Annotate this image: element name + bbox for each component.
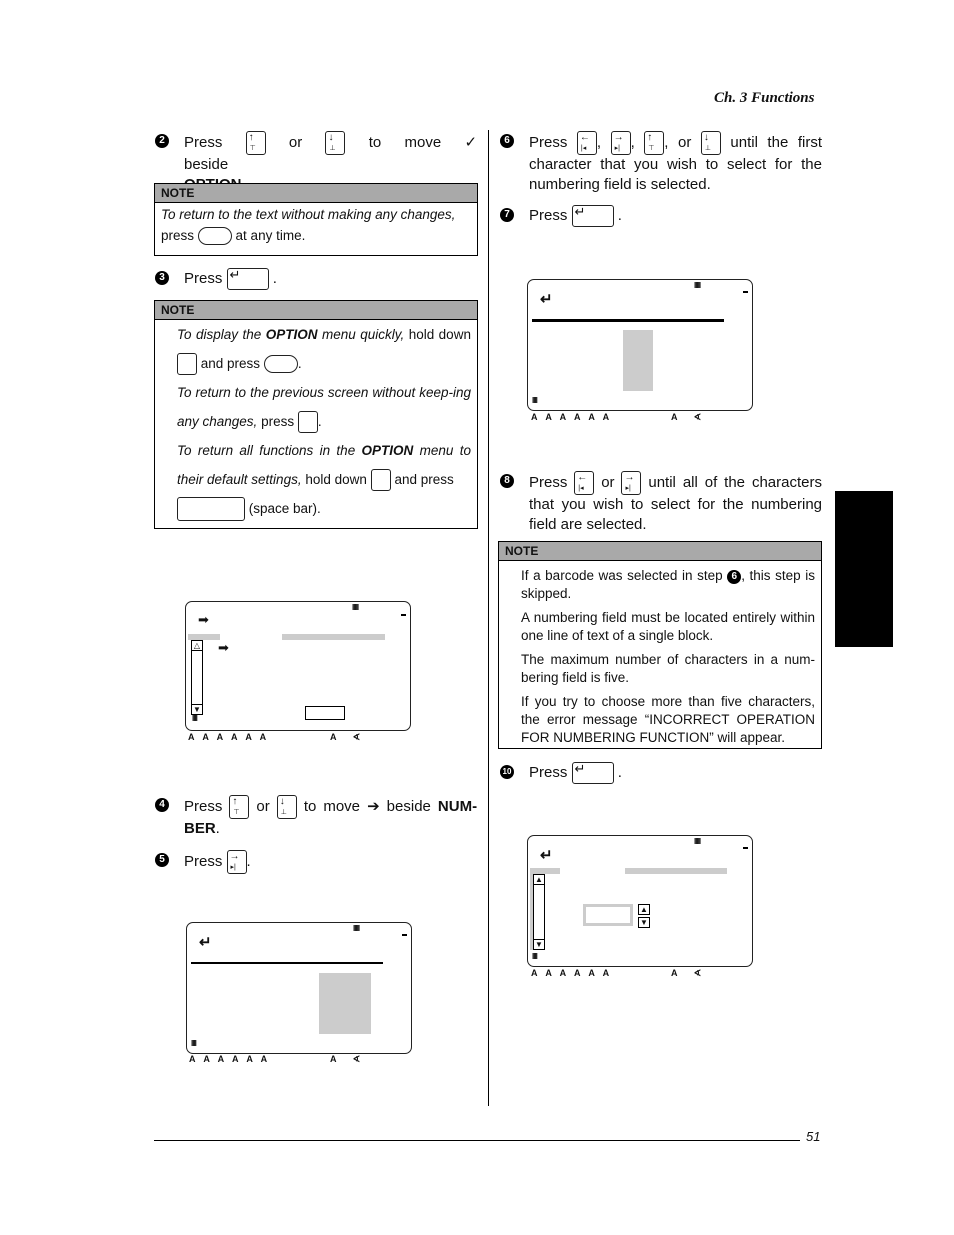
up-key-icon: ↑ ⊤ [644, 131, 665, 155]
enter-key-icon: ↵ [226, 268, 269, 290]
enter-icon: ↵ [540, 291, 553, 308]
code-key-icon [177, 353, 197, 376]
step-6: 6 Press ← |◂, → ▸|, ↑ ⊤, or ↓ ⊥ until the fi… [500, 131, 822, 195]
step-3: 3 Press ↵ . [155, 268, 477, 290]
note-box: NOTE If a barcode was selected in step 6… [498, 541, 822, 749]
chapter-header: Ch. 3 Functions [714, 90, 815, 106]
left-key-icon: ← |◂ [576, 131, 597, 155]
right-key-icon: → ▸| [610, 131, 631, 155]
footer-rule [154, 1140, 800, 1141]
lcd-screen-first-char: IIIII ↵ IIII [527, 279, 753, 411]
arrow-right-icon: ➡ [198, 612, 209, 627]
lcd-screen-option-menu: IIIII ➡ △ ▼ ➡ IIII [185, 601, 411, 731]
code-key-icon [370, 469, 391, 492]
enter-key-icon: ↵ [571, 205, 614, 227]
escape-key-icon [297, 411, 318, 434]
up-key-icon: ↑ ⊤ [229, 795, 250, 819]
option-key-icon [263, 355, 298, 374]
right-key-icon: → ▸| [621, 471, 642, 495]
increment-icon[interactable]: ▲ [638, 904, 650, 915]
chapter-thumb-tab [835, 491, 893, 647]
cancel-key-icon [197, 227, 232, 246]
step-5: 5 Press → ▸|. [155, 850, 477, 874]
step-10: 10 Press ↵ . [500, 762, 822, 784]
check-icon: ✓ [464, 133, 478, 151]
step-7: 7 Press ↵ . [500, 205, 822, 227]
arrow-right-icon: ➔ [367, 797, 380, 815]
step-4: 4 Press ↑ ⊤ or ↓ ⊥ to move ➔ beside NUM-BE… [155, 795, 477, 839]
page-number: 51 [806, 1129, 821, 1144]
down-key-icon: ↓ ⊥ [325, 131, 346, 155]
up-key-icon: ↑ ⊤ [245, 131, 266, 155]
scrollbar[interactable]: ▲ ▼ [533, 874, 545, 950]
arrow-right-icon: ➡ [218, 640, 229, 655]
step-reference: 6 [727, 570, 742, 584]
down-key-icon: ↓ ⊥ [276, 795, 297, 819]
right-key-icon: → ▸| [226, 850, 247, 874]
enter-icon: ↵ [199, 934, 212, 951]
decrement-icon[interactable]: ▼ [638, 917, 650, 928]
note-box: NOTE To display the OPTION menu quickly,… [154, 300, 478, 529]
space-bar-key-icon [177, 497, 245, 522]
number-input-field[interactable] [583, 904, 633, 926]
battery-indicator: IIIII [352, 603, 359, 612]
down-key-icon: ↓ ⊥ [700, 131, 721, 155]
step-8: 8 Press ← |◂ or → ▸| until all of the char… [500, 471, 822, 535]
scrollbar[interactable]: △ ▼ [191, 640, 203, 715]
column-divider [488, 130, 489, 1106]
left-key-icon: ← |◂ [574, 471, 595, 495]
tape-indicator: IIII [192, 714, 198, 723]
lcd-style-indicators: A A A A A A [188, 732, 267, 742]
enter-icon: ↵ [540, 847, 553, 864]
step-number: 2 [155, 134, 169, 148]
enter-key-icon: ↵ [571, 762, 614, 784]
note-box: NOTE To return to the text without makin… [154, 183, 478, 256]
lcd-screen-numbering: IIIII ↵ ▲ ▼ ▲ ▼ IIII [527, 835, 753, 967]
lcd-screen-selection: IIIII ↵ IIII [186, 922, 412, 1054]
